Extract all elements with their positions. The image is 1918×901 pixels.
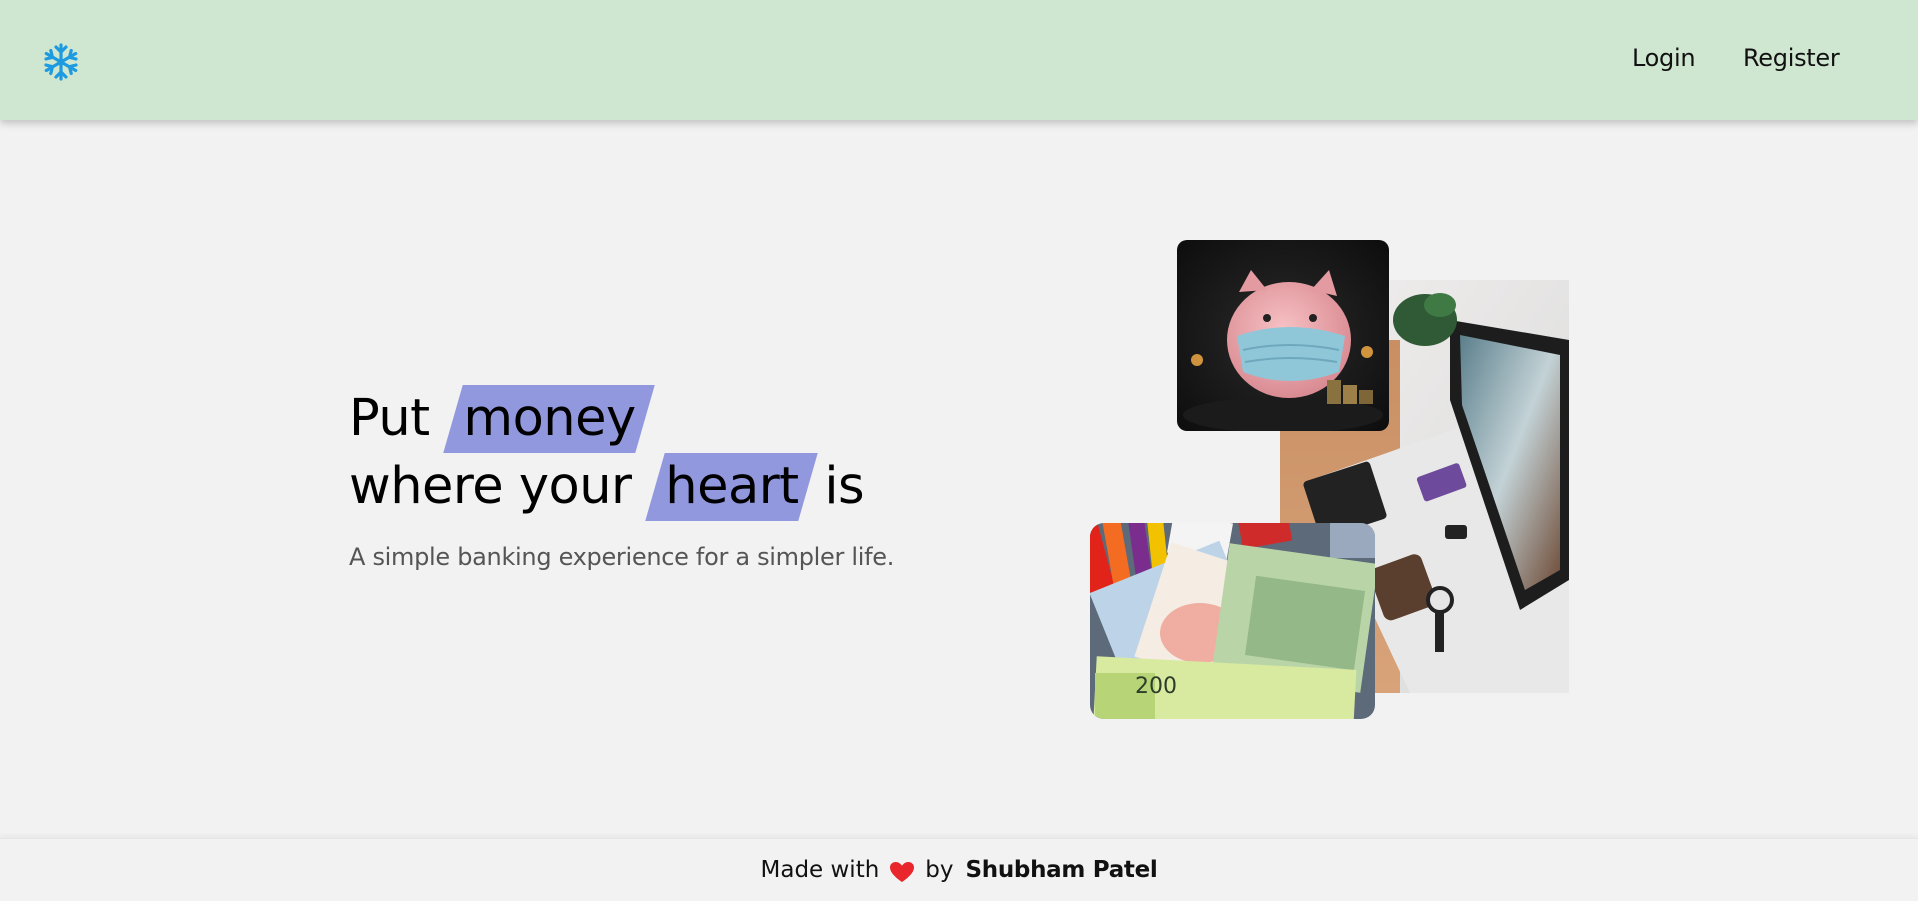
banknotes-photo: 200 [1090,523,1375,719]
navbar: Login Register [0,0,1918,120]
highlight-text: heart [665,457,799,516]
footer: Made with by Shubham Patel [0,838,1918,901]
headline-highlight-heart: heart [655,453,808,521]
register-link[interactable]: Register [1743,44,1840,72]
piggy-bank-photo [1177,240,1389,431]
heart-icon [889,861,915,883]
highlight-text: money [463,389,636,448]
hero-subtitle: A simple banking experience for a simple… [349,543,895,571]
headline-highlight-money: money [453,385,645,453]
login-link[interactable]: Login [1632,44,1696,72]
hero-headline: Put money where your heart is [349,385,894,521]
footer-author: Shubham Patel [965,857,1158,883]
headline-line2-prefix: where your [349,457,632,516]
footer-by: by [925,857,954,883]
headline-line1-prefix: Put [349,389,430,448]
hero-section: Put money where your heart is A simple b… [349,385,894,571]
headline-line2-suffix: is [824,457,865,516]
svg-text:200: 200 [1135,674,1177,699]
snowflake-icon[interactable] [41,42,81,82]
footer-made-with: Made with [760,857,880,883]
